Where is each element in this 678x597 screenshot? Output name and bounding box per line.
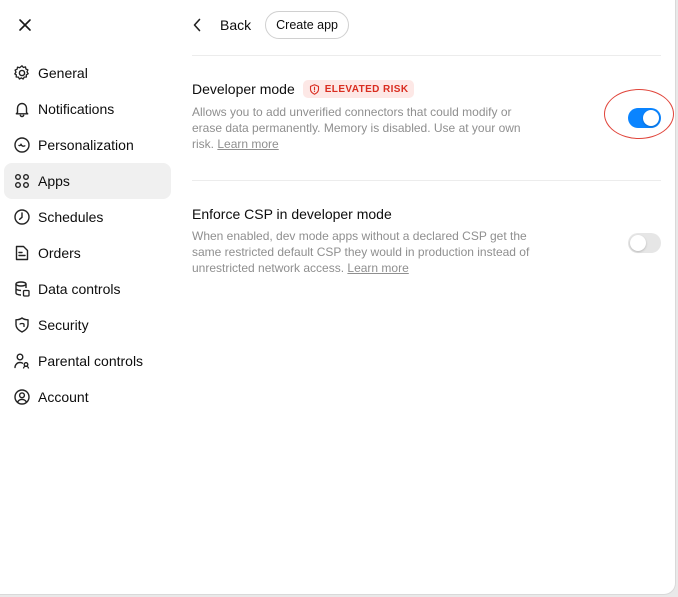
developer-mode-description: Allows you to add unverified connectors … [192,104,532,152]
sidebar-item-label: Personalization [38,137,134,153]
sidebar-item-notifications[interactable]: Notifications [4,91,171,127]
header-divider [192,55,661,56]
enforce-csp-setting: Enforce CSP in developer mode When enabl… [192,206,661,276]
close-button[interactable] [14,14,36,36]
sidebar-item-schedules[interactable]: Schedules [4,199,171,235]
sidebar-item-apps[interactable]: Apps [4,163,171,199]
enforce-csp-learn-more-link[interactable]: Learn more [347,261,408,275]
header-bar: Back Create app [192,10,349,40]
enforce-csp-toggle[interactable] [628,233,661,253]
sidebar-item-general[interactable]: General [4,55,171,91]
enforce-csp-title: Enforce CSP in developer mode [192,206,392,222]
badge-label: ELEVATED RISK [324,83,409,95]
receipt-icon [13,244,31,262]
clock-icon [13,208,31,226]
close-icon [19,19,31,31]
sidebar-item-orders[interactable]: Orders [4,235,171,271]
toggle-knob [643,110,659,126]
developer-mode-setting: Developer mode ELEVATED RISK Allows you … [192,80,661,152]
sidebar-item-personalization[interactable]: Personalization [4,127,171,163]
sidebar-item-label: Security [38,317,89,333]
toggle-knob [630,235,646,251]
database-icon [13,280,31,298]
gear-icon [13,64,31,82]
sidebar-item-parental-controls[interactable]: Parental controls [4,343,171,379]
create-app-button[interactable]: Create app [265,11,349,39]
warning-shield-icon [309,83,320,95]
sidebar-item-label: Apps [38,173,70,189]
sidebar-item-label: Orders [38,245,81,261]
enforce-csp-description: When enabled, dev mode apps without a de… [192,228,532,276]
back-label: Back [220,17,252,33]
shield-icon [13,316,31,334]
chevron-left-icon [192,18,206,32]
developer-mode-toggle[interactable] [628,108,661,128]
back-button[interactable]: Back [192,17,251,33]
sidebar-item-label: General [38,65,88,81]
elevated-risk-badge: ELEVATED RISK [302,80,415,98]
sidebar-item-data-controls[interactable]: Data controls [4,271,171,307]
sidebar-item-account[interactable]: Account [4,379,171,415]
account-icon [13,388,31,406]
parental-icon [13,352,31,370]
sidebar-item-label: Account [38,389,89,405]
sidebar-item-label: Schedules [38,209,104,225]
sidebar-item-security[interactable]: Security [4,307,171,343]
setting-divider [192,180,661,181]
developer-mode-learn-more-link[interactable]: Learn more [217,137,278,151]
settings-window: General Notifications Personalization Ap… [0,0,676,595]
sidebar-item-label: Notifications [38,101,115,117]
sidebar-item-label: Data controls [38,281,121,297]
sidebar-item-label: Parental controls [38,353,144,369]
developer-mode-title: Developer mode [192,81,295,97]
personalization-icon [13,136,31,154]
apps-grid-icon [13,172,31,190]
bell-icon [13,100,31,118]
settings-sidebar: General Notifications Personalization Ap… [4,55,171,415]
